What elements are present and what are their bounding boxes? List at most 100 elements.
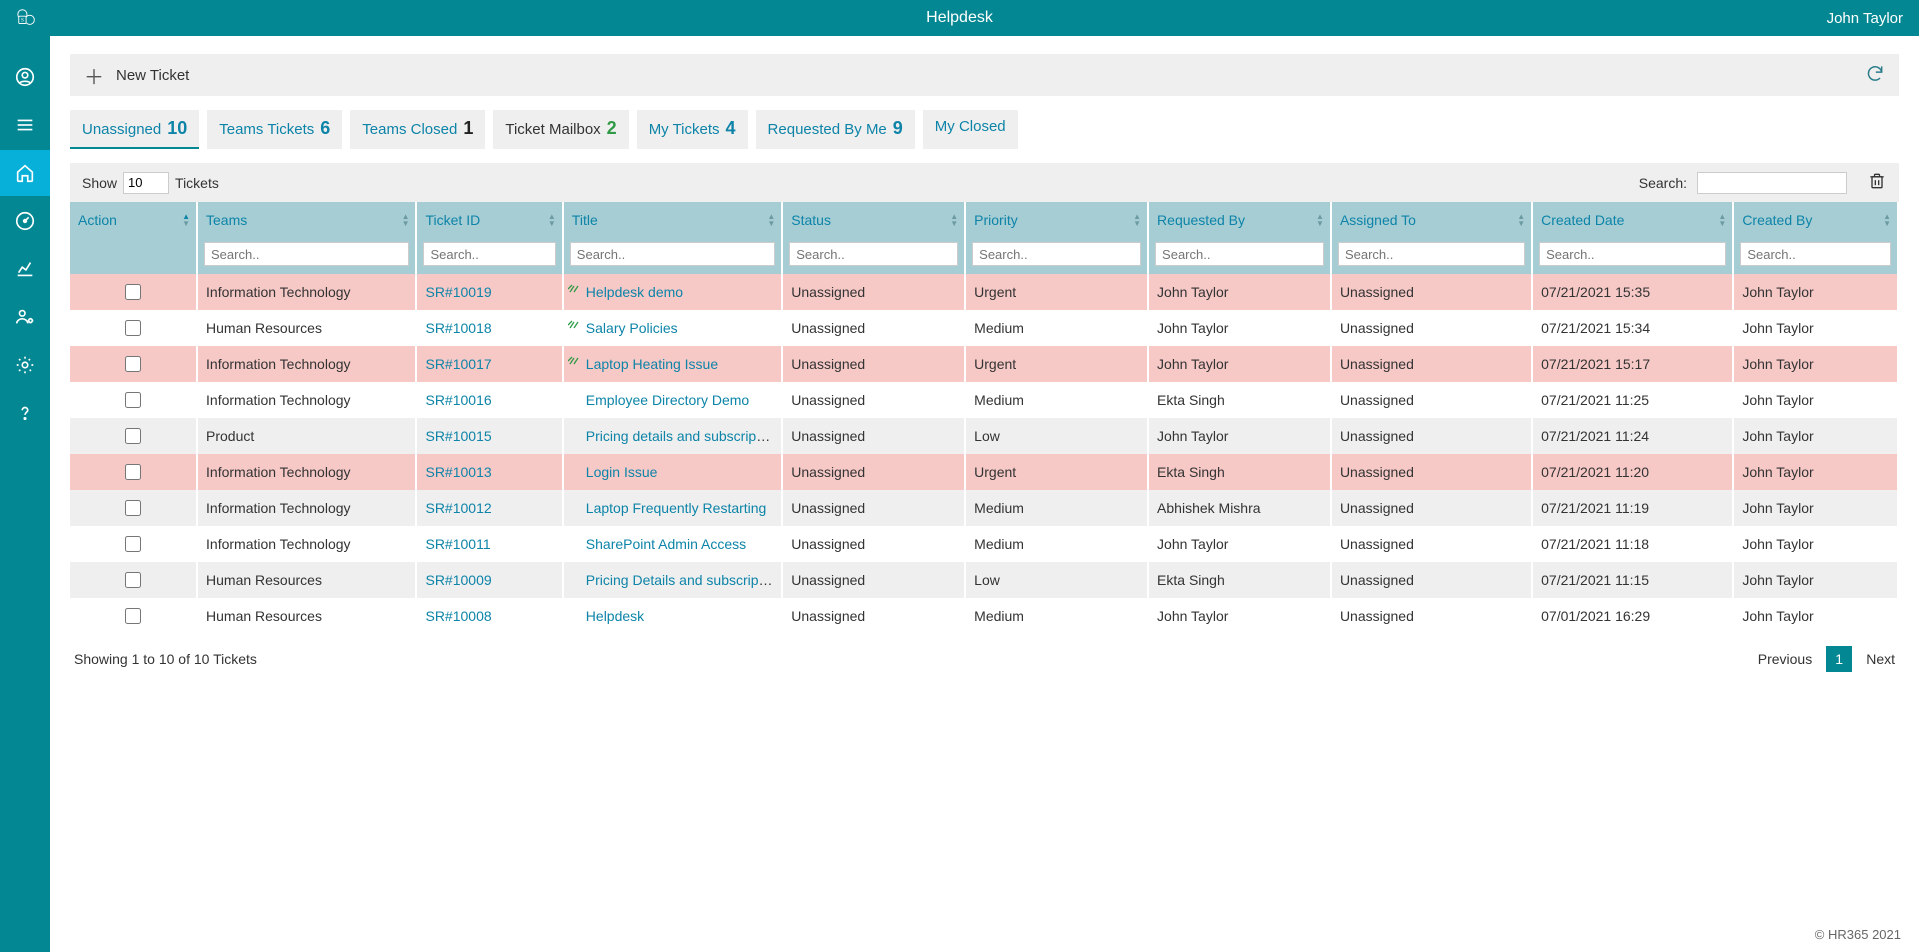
row-checkbox[interactable] bbox=[125, 608, 141, 624]
cell-requested-by: John Taylor bbox=[1149, 598, 1332, 634]
col-ticket-id[interactable]: Ticket ID▲▼ bbox=[417, 202, 563, 238]
table-row[interactable]: Information TechnologySR#10017Laptop Hea… bbox=[70, 346, 1899, 382]
cell-title: Employee Directory Demo bbox=[564, 382, 783, 418]
cell-action bbox=[70, 598, 198, 634]
delete-button[interactable] bbox=[1867, 171, 1887, 194]
ticket-id-link[interactable]: SR#10009 bbox=[425, 572, 491, 588]
col-created-date[interactable]: Created Date▲▼ bbox=[1533, 202, 1734, 238]
sidebar-item-settings[interactable] bbox=[0, 342, 50, 388]
sidebar-item-dashboard[interactable] bbox=[0, 198, 50, 244]
ticket-title-link[interactable]: Helpdesk bbox=[586, 608, 644, 624]
ticket-title-link[interactable]: Helpdesk demo bbox=[586, 284, 683, 300]
current-user[interactable]: John Taylor bbox=[1827, 10, 1903, 27]
col-action[interactable]: Action▲▼ bbox=[70, 202, 198, 238]
previous-button[interactable]: Previous bbox=[1758, 651, 1812, 667]
col-requested-by[interactable]: Requested By▲▼ bbox=[1149, 202, 1332, 238]
ticket-title-link[interactable]: Pricing details and subscription bbox=[586, 428, 779, 444]
table-row[interactable]: Information TechnologySR#10011SharePoint… bbox=[70, 526, 1899, 562]
search-input[interactable] bbox=[1697, 172, 1847, 194]
row-checkbox[interactable] bbox=[125, 320, 141, 336]
cell-title: Login Issue bbox=[564, 454, 783, 490]
filter-assigned-to[interactable] bbox=[1338, 242, 1525, 266]
cell-priority: Medium bbox=[966, 490, 1149, 526]
tab-unassigned[interactable]: Unassigned10 bbox=[70, 110, 199, 149]
page-number[interactable]: 1 bbox=[1826, 646, 1852, 672]
ticket-title-link[interactable]: Laptop Frequently Restarting bbox=[586, 500, 767, 516]
sidebar-item-avatar[interactable] bbox=[0, 54, 50, 100]
new-ticket-button[interactable]: ＋ New Ticket bbox=[70, 54, 1899, 96]
ticket-title-link[interactable]: Employee Directory Demo bbox=[586, 392, 749, 408]
table-row[interactable]: ProductSR#10015Pricing details and subsc… bbox=[70, 418, 1899, 454]
table-row[interactable]: Human ResourcesSR#10009Pricing Details a… bbox=[70, 562, 1899, 598]
filter-title[interactable] bbox=[570, 242, 775, 266]
col-created-by[interactable]: Created By▲▼ bbox=[1734, 202, 1899, 238]
filter-priority[interactable] bbox=[972, 242, 1141, 266]
row-checkbox[interactable] bbox=[125, 356, 141, 372]
cell-action bbox=[70, 526, 198, 562]
table-row[interactable]: Information Technology SR#10019 Helpdesk d… bbox=[70, 274, 1899, 310]
cell-teams: Information Technology bbox=[198, 454, 417, 490]
col-title[interactable]: Title▲▼ bbox=[564, 202, 783, 238]
table-row[interactable]: Human ResourcesSR#10008HelpdeskUnassigne… bbox=[70, 598, 1899, 634]
ticket-id-link[interactable]: SR#10011 bbox=[425, 536, 490, 552]
cell-requested-by: Abhishek Mishra bbox=[1149, 490, 1332, 526]
ticket-title-link[interactable]: SharePoint Admin Access bbox=[586, 536, 746, 552]
filter-created-by[interactable] bbox=[1740, 242, 1891, 266]
table-row[interactable]: Human ResourcesSR#10018Salary PoliciesUn… bbox=[70, 310, 1899, 346]
row-checkbox[interactable] bbox=[125, 500, 141, 516]
ticket-id-link[interactable]: SR#10008 bbox=[425, 608, 491, 624]
table-row[interactable]: Information Technology SR#10013 Login Issu… bbox=[70, 454, 1899, 490]
filter-created-date[interactable] bbox=[1539, 242, 1726, 266]
cell-created-date: 07/21/2021 11:24 bbox=[1533, 418, 1734, 454]
ticket-id-link[interactable]: SR#10018 bbox=[425, 320, 491, 336]
ticket-id-link[interactable]: SR#10015 bbox=[425, 428, 491, 444]
col-assigned-to[interactable]: Assigned To▲▼ bbox=[1332, 202, 1533, 238]
tab-my-tickets[interactable]: My Tickets4 bbox=[637, 110, 748, 149]
table-row[interactable]: Information TechnologySR#10016Employee D… bbox=[70, 382, 1899, 418]
tab-my-closed[interactable]: My Closed bbox=[923, 110, 1018, 149]
ticket-id-link[interactable]: SR#10012 bbox=[425, 500, 491, 516]
sidebar-item-help[interactable] bbox=[0, 390, 50, 436]
ticket-title-link[interactable]: Pricing Details and subscription bbox=[586, 572, 781, 588]
sidebar-item-home[interactable] bbox=[0, 150, 50, 196]
filter-status[interactable] bbox=[789, 242, 958, 266]
show-label: Show bbox=[82, 175, 117, 191]
row-checkbox[interactable] bbox=[125, 392, 141, 408]
col-status[interactable]: Status▲▼ bbox=[783, 202, 966, 238]
cell-created-date: 07/21/2021 15:34 bbox=[1533, 310, 1734, 346]
cell-teams: Information Technology bbox=[198, 274, 417, 310]
ticket-id-link[interactable]: SR#10019 bbox=[425, 284, 491, 300]
ticket-id-link[interactable]: SR#10017 bbox=[425, 356, 491, 372]
row-checkbox[interactable] bbox=[125, 572, 141, 588]
tab-requested-by-me[interactable]: Requested By Me9 bbox=[756, 110, 915, 149]
filter-ticket-id[interactable] bbox=[423, 242, 555, 266]
row-checkbox[interactable] bbox=[125, 428, 141, 444]
next-button[interactable]: Next bbox=[1866, 651, 1895, 667]
table-row[interactable]: Information TechnologySR#10012Laptop Fre… bbox=[70, 490, 1899, 526]
cell-status: Unassigned bbox=[783, 562, 966, 598]
sidebar-item-users[interactable] bbox=[0, 294, 50, 340]
filter-teams[interactable] bbox=[204, 242, 409, 266]
refresh-button[interactable] bbox=[1865, 63, 1885, 87]
row-checkbox[interactable] bbox=[125, 464, 141, 480]
cell-priority: Urgent bbox=[966, 454, 1149, 490]
row-checkbox[interactable] bbox=[125, 536, 141, 552]
cell-action bbox=[70, 562, 198, 598]
tab-teams-tickets[interactable]: Teams Tickets6 bbox=[207, 110, 342, 149]
sidebar-item-reports[interactable] bbox=[0, 246, 50, 292]
col-priority[interactable]: Priority▲▼ bbox=[966, 202, 1149, 238]
row-checkbox[interactable] bbox=[125, 284, 141, 300]
ticket-title-link[interactable]: Salary Policies bbox=[586, 320, 678, 336]
tab-label: Ticket Mailbox bbox=[505, 121, 600, 138]
col-teams[interactable]: Teams▲▼ bbox=[198, 202, 417, 238]
sidebar-item-menu[interactable] bbox=[0, 102, 50, 148]
ticket-title-link[interactable]: Login Issue bbox=[586, 464, 658, 480]
ticket-id-link[interactable]: SR#10013 bbox=[425, 464, 491, 480]
ticket-id-link[interactable]: SR#10016 bbox=[425, 392, 491, 408]
tab-teams-closed[interactable]: Teams Closed1 bbox=[350, 110, 485, 149]
cell-title: Salary Policies bbox=[564, 310, 783, 346]
tab-ticket-mailbox[interactable]: Ticket Mailbox2 bbox=[493, 110, 628, 149]
show-count-input[interactable] bbox=[123, 172, 169, 194]
filter-requested-by[interactable] bbox=[1155, 242, 1324, 266]
ticket-title-link[interactable]: Laptop Heating Issue bbox=[586, 356, 718, 372]
